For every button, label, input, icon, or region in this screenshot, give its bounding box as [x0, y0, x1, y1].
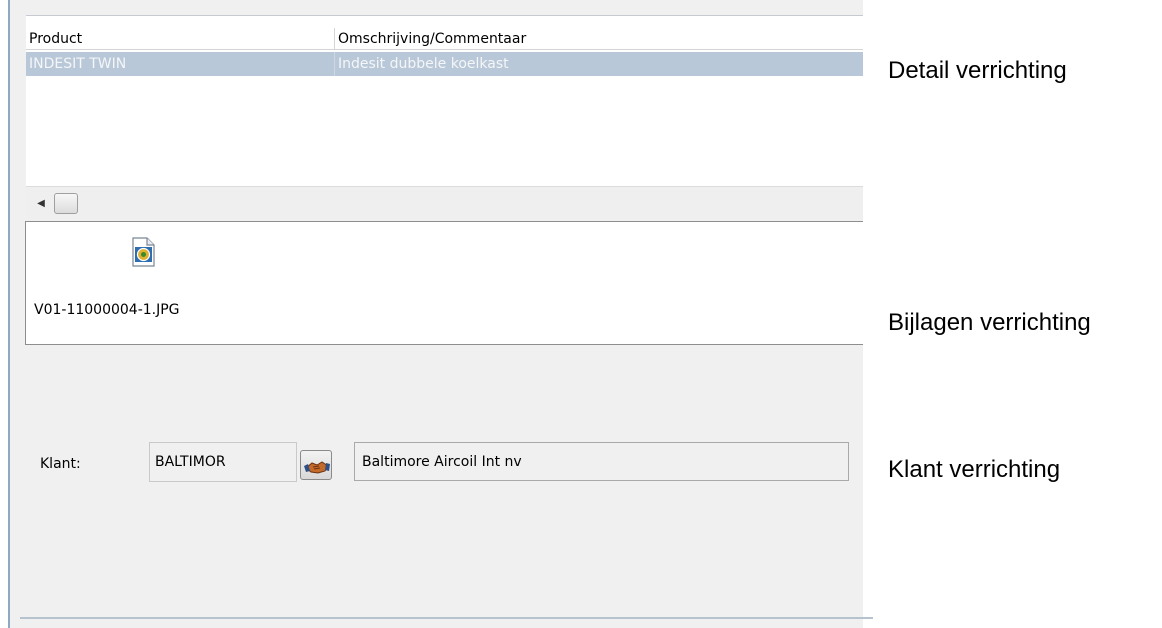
image-file-icon[interactable]	[130, 237, 156, 267]
scroll-left-arrow-icon[interactable]: ◀	[34, 197, 48, 211]
cell-description[interactable]: Indesit dubbele koelkast	[335, 52, 863, 76]
customer-code-field[interactable]: BALTIMOR	[149, 442, 297, 482]
horizontal-scrollbar[interactable]: ◀	[26, 186, 863, 219]
table-row[interactable]: INDESIT TWIN Indesit dubbele koelkast	[26, 52, 863, 76]
attachments-panel: V01-11000004-1.JPG	[25, 221, 863, 345]
annotation-detail: Detail verrichting	[888, 57, 1067, 84]
grid-header: Product Omschrijving/Commentaar	[26, 28, 863, 50]
scrollbar-thumb[interactable]	[54, 193, 78, 214]
detail-grid: Product Omschrijving/Commentaar INDESIT …	[26, 15, 863, 219]
annotation-attachments: Bijlagen verrichting	[888, 309, 1091, 336]
customer-lookup-button[interactable]	[300, 450, 332, 480]
attachment-filename[interactable]: V01-11000004-1.JPG	[34, 302, 180, 318]
annotation-customer: Klant verrichting	[888, 456, 1061, 483]
panel-bottom-border	[20, 617, 873, 619]
customer-name-field[interactable]: Baltimore Aircoil Int nv	[354, 442, 849, 481]
customer-label: Klant:	[40, 456, 81, 472]
app-panel: Product Omschrijving/Commentaar INDESIT …	[10, 0, 873, 628]
column-header-description[interactable]: Omschrijving/Commentaar	[335, 28, 863, 50]
handshake-icon	[304, 461, 330, 474]
cell-product[interactable]: INDESIT TWIN	[26, 52, 335, 76]
column-header-product[interactable]: Product	[26, 28, 335, 50]
